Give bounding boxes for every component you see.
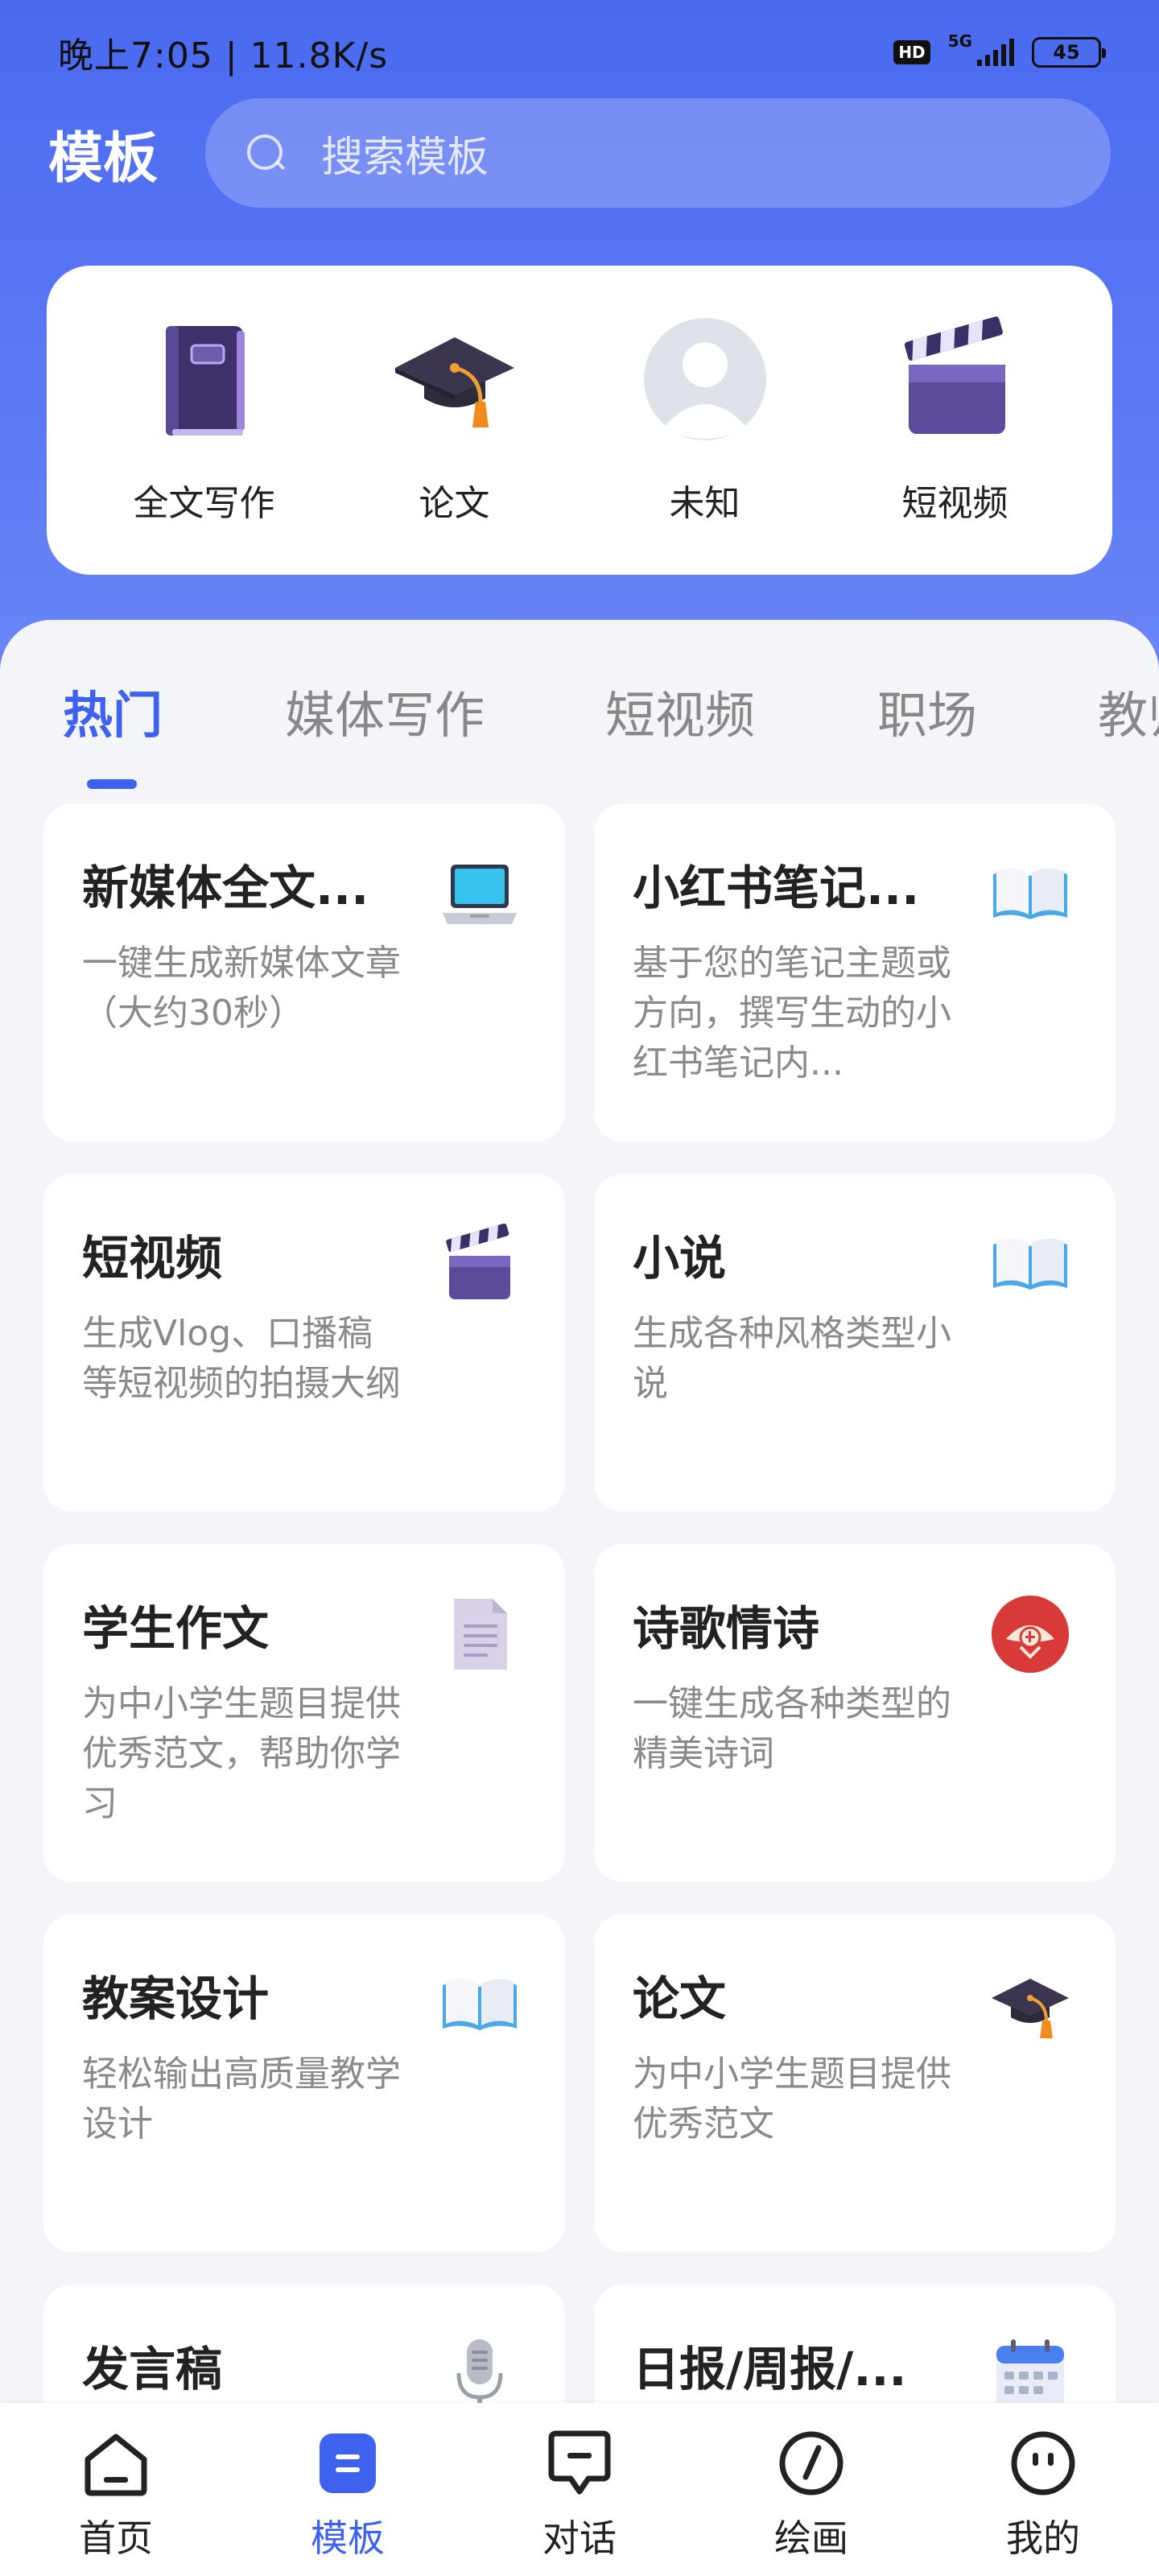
category-label: 论文 [419, 483, 490, 524]
card-description: 生成各种风格类型小说 [633, 1313, 951, 1404]
template-card-lesson-plan[interactable]: 教案设计 轻松输出高质量教学设计 [43, 1914, 565, 2252]
status-time: 晚上7:05 | 11.8K/s [58, 35, 389, 76]
card-title: 诗歌情诗 [633, 1601, 820, 1656]
nav-templates[interactable]: 模板 [267, 2427, 428, 2562]
category-label: 短视频 [901, 483, 1008, 524]
card-description: 一键生成各种类型的精美诗词 [633, 1683, 951, 1774]
category-item-paper[interactable]: 论文 [342, 315, 567, 526]
search-placeholder: 搜索模板 [321, 133, 489, 182]
card-description: 为中小学生题目提供优秀范文 [633, 2054, 951, 2145]
card-description: 轻松输出高质量教学设计 [82, 2054, 401, 2145]
open-book-icon [439, 1964, 520, 2045]
graduation-cap-icon [390, 315, 519, 444]
template-card-novel[interactable]: 小说 生成各种风格类型小说 [594, 1174, 1116, 1512]
page-title: 模板 [48, 126, 159, 191]
active-tab-indicator [87, 779, 137, 789]
status-indicators: HD 5G 45 [893, 31, 1106, 68]
header: 模板 搜索模板 [48, 97, 1111, 209]
nav-label: 对话 [542, 2516, 617, 2560]
template-card-poetry[interactable]: 诗歌情诗 一键生成各种类型的精美诗词 [594, 1544, 1116, 1882]
battery-level: 45 [1053, 41, 1080, 64]
chat-icon [543, 2427, 616, 2500]
clapperboard-icon [439, 1223, 520, 1304]
graduation-cap-icon [990, 1964, 1070, 2045]
category-shortcuts: 全文写作 论文 未知 短视频 [47, 266, 1112, 575]
nav-profile[interactable]: 我的 [963, 2427, 1124, 2562]
template-card-paper[interactable]: 论文 为中小学生题目提供优秀范文 [594, 1914, 1116, 2252]
template-card-student-essay[interactable]: 学生作文 为中小学生题目提供优秀范文，帮助你学习 [43, 1544, 565, 1882]
search-icon [245, 133, 286, 173]
card-title: 学生作文 [82, 1601, 270, 1656]
card-title: 日报/周报/... [633, 2342, 907, 2396]
category-label: 全文写作 [133, 483, 275, 524]
profile-icon [1007, 2427, 1079, 2500]
clapperboard-icon [891, 315, 1020, 444]
card-description: 生成Vlog、口播稿等短视频的拍摄大纲 [82, 1313, 401, 1404]
nav-label: 绘画 [774, 2516, 848, 2560]
tab-bar: 热门 媒体写作 短视频 职场 教师 [0, 644, 1159, 797]
nav-label: 我的 [1006, 2516, 1080, 2560]
card-title: 论文 [633, 1971, 727, 2026]
template-card-short-video[interactable]: 短视频 生成Vlog、口播稿等短视频的拍摄大纲 [43, 1174, 565, 1512]
tab-workplace[interactable]: 职场 [877, 675, 977, 747]
template-card-xiaohongshu[interactable]: 小红书笔记... 基于您的笔记主题或方向，撰写生动的小红书笔记内... [594, 803, 1116, 1141]
category-item-full-writing[interactable]: 全文写作 [92, 315, 317, 526]
tab-teacher[interactable]: 教师 [1098, 675, 1159, 747]
bottom-navigation: 首页 模板 对话 绘画 我的 [0, 2403, 1159, 2576]
nav-home[interactable]: 首页 [35, 2427, 196, 2562]
nav-label: 首页 [79, 2516, 153, 2560]
category-item-short-video[interactable]: 短视频 [843, 315, 1068, 526]
card-title: 小红书笔记... [633, 861, 920, 915]
template-icon [311, 2427, 384, 2500]
nav-chat[interactable]: 对话 [499, 2427, 660, 2562]
red-fan-icon [990, 1594, 1070, 1674]
purple-book-icon [140, 315, 269, 444]
card-title: 发言稿 [82, 2342, 223, 2396]
status-bar: 晚上7:05 | 11.8K/s HD 5G 45 [0, 0, 1159, 105]
card-title: 短视频 [82, 1231, 223, 1286]
card-description: 一键生成新媒体文章（大约30秒） [82, 943, 401, 1034]
card-title: 教案设计 [82, 1971, 270, 2026]
card-description: 基于您的笔记主题或方向，撰写生动的小红书笔记内... [633, 943, 951, 1084]
network-type: 5G [947, 31, 972, 51]
template-card-new-media[interactable]: 新媒体全文... 一键生成新媒体文章（大约30秒） [43, 803, 565, 1141]
nav-paint[interactable]: 绘画 [731, 2427, 892, 2562]
document-icon [439, 1594, 520, 1674]
open-book-icon [990, 1224, 1070, 1304]
hd-icon: HD [893, 40, 930, 64]
battery-icon: 45 [1032, 37, 1106, 68]
card-description: 为中小学生题目提供优秀范文，帮助你学习 [82, 1683, 401, 1824]
laptop-icon [439, 853, 520, 934]
category-item-unknown[interactable]: 未知 [592, 315, 818, 526]
search-input[interactable]: 搜索模板 [205, 98, 1111, 208]
card-title: 新媒体全文... [82, 861, 369, 915]
home-icon [80, 2427, 152, 2500]
tab-hot[interactable]: 热门 [63, 675, 163, 747]
default-avatar-icon [641, 315, 769, 444]
tab-short-video[interactable]: 短视频 [605, 675, 755, 747]
open-book-icon [990, 853, 1070, 934]
category-label: 未知 [669, 483, 740, 524]
nav-label: 模板 [311, 2516, 385, 2560]
paint-icon [775, 2427, 848, 2500]
signal-icon [977, 39, 1014, 66]
tab-media-writing[interactable]: 媒体写作 [285, 675, 485, 747]
card-title: 小说 [633, 1231, 727, 1286]
